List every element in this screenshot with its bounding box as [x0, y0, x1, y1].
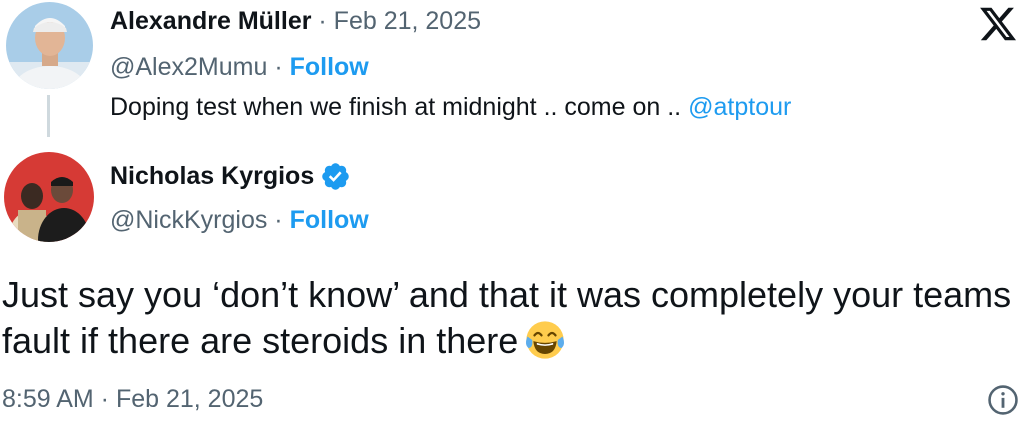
reply-mention-link[interactable]: @atptour [688, 93, 791, 122]
separator-dot: · [311, 6, 334, 35]
reply-handle[interactable]: @Alex2Mumu [110, 53, 267, 82]
reply-date[interactable]: Feb 21, 2025 [334, 7, 481, 36]
face-with-tears-of-joy-icon [526, 321, 565, 359]
tweet-embed: Alexandre Müller · Feb 21, 2025 @Alex2Mu… [0, 0, 1024, 427]
reply-body: Doping test when we finish at midnight .… [110, 90, 791, 124]
main-header: Nicholas Kyrgios [110, 159, 351, 193]
reply-display-name[interactable]: Alexandre Müller [110, 7, 311, 36]
reply-handle-row: @Alex2Mumu · Follow [110, 50, 369, 84]
main-display-name[interactable]: Nicholas Kyrgios [110, 162, 314, 191]
reply-follow-button[interactable]: Follow [290, 53, 369, 82]
main-tweet-text: Just say you ‘don’t know’ and that it wa… [2, 272, 1012, 364]
separator-dot: · [267, 52, 290, 81]
main-follow-button[interactable]: Follow [290, 206, 369, 235]
reply-header: Alexandre Müller · Feb 21, 2025 [110, 4, 481, 38]
info-icon[interactable] [986, 383, 1020, 417]
verified-badge-icon[interactable] [320, 161, 351, 192]
main-handle[interactable]: @NickKyrgios [110, 206, 267, 235]
avatar-nicholas-kyrgios[interactable] [4, 152, 94, 242]
avatar-alexandre-muller[interactable] [6, 2, 93, 89]
separator-dot: · [267, 205, 290, 234]
main-handle-row: @NickKyrgios · Follow [110, 203, 369, 237]
reply-text: Doping test when we finish at midnight .… [110, 92, 682, 121]
x-logo-icon[interactable] [978, 4, 1018, 44]
thread-connector-line [47, 95, 50, 137]
tweet-timestamp[interactable]: 8:59 AM · Feb 21, 2025 [2, 385, 263, 414]
main-tweet-text-content: Just say you ‘don’t know’ and that it wa… [2, 274, 1012, 361]
